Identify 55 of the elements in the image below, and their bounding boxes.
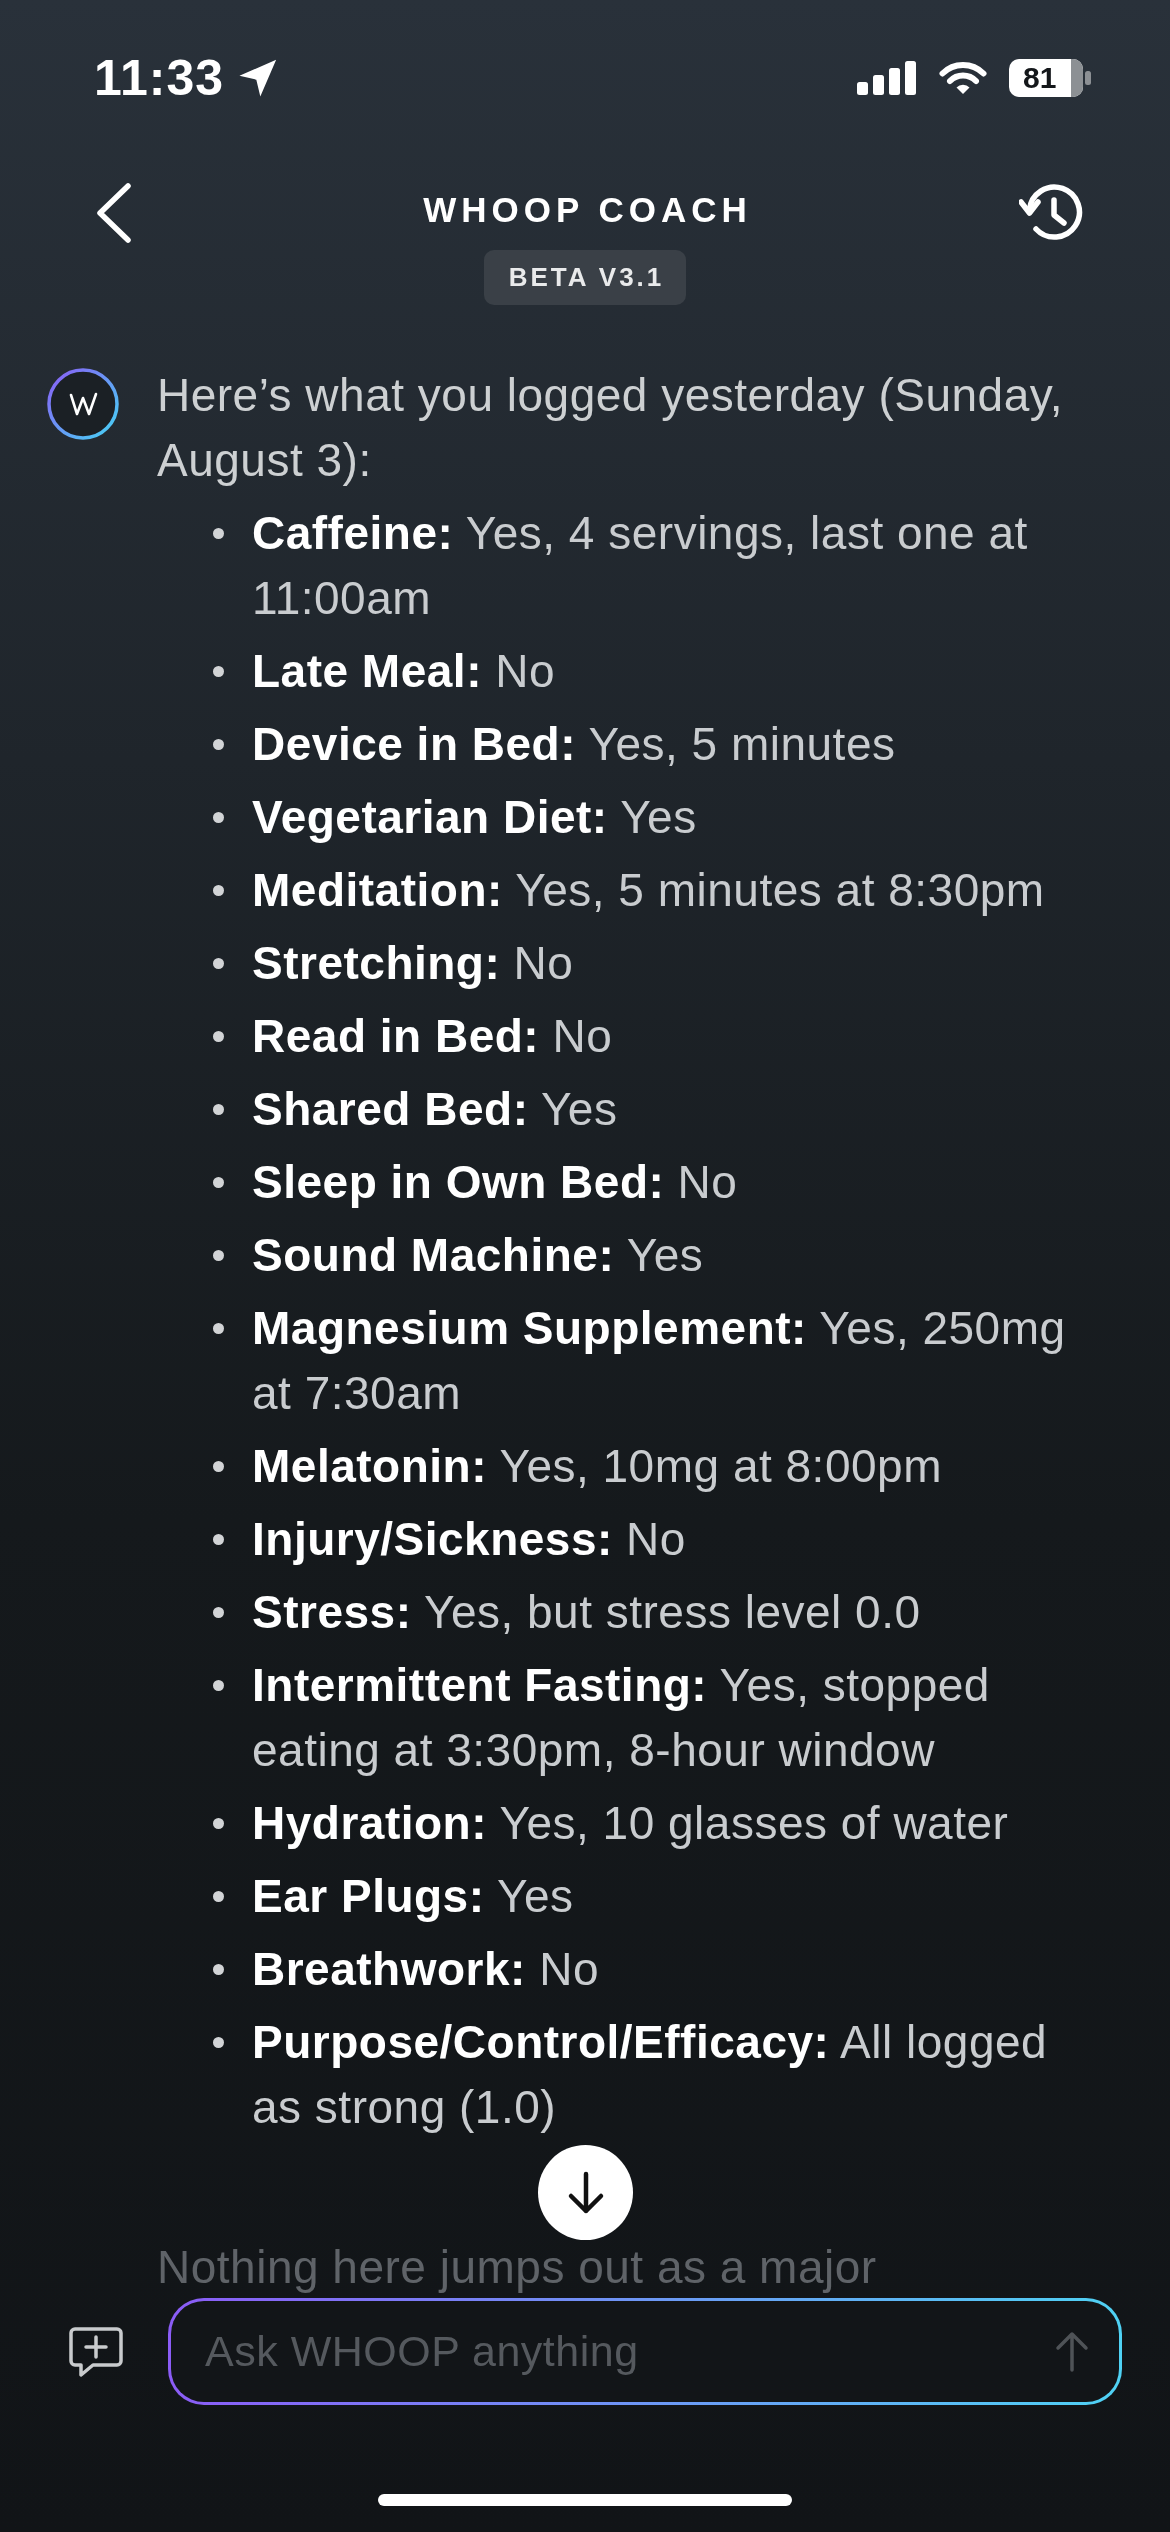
chevron-left-icon <box>94 182 134 244</box>
new-chat-button[interactable] <box>68 2325 124 2378</box>
signal-icon <box>857 61 917 95</box>
back-button[interactable] <box>94 182 134 244</box>
bullet-icon <box>213 1177 224 1188</box>
bullet-icon <box>213 1891 224 1902</box>
log-entry-text: Purpose/Control/Efficacy: All logged as strong (1.0) <box>252 2015 1049 2135</box>
bullet-icon <box>213 812 224 823</box>
battery-icon <box>1009 59 1091 97</box>
bullet-icon <box>213 1680 224 1691</box>
bullet-icon <box>213 1104 224 1115</box>
coach-avatar-icon <box>47 368 119 440</box>
bullet-icon <box>213 1607 224 1618</box>
log-entry-text: Stress: Yes, but stress level 0.0 <box>252 1585 921 1640</box>
new-chat-icon <box>68 2325 124 2378</box>
bullet-icon <box>213 666 224 677</box>
location-arrow-icon <box>238 59 279 97</box>
log-entry-text: Caffeine: Yes, 4 servings, last one at 11:00am <box>252 506 1029 626</box>
message-text: Here’s what you logged yesterday (Sunday, August 3): <box>157 368 1065 488</box>
bullet-icon <box>213 1250 224 1261</box>
log-entry-text: Stretching: No <box>252 936 574 991</box>
bullet-icon <box>213 528 224 539</box>
status-time: 11:33 <box>94 50 225 106</box>
log-entry-text: Sleep in Own Bed: No <box>252 1155 738 1210</box>
log-entry-text: Melatonin: Yes, 10mg at 8:00pm <box>252 1439 942 1494</box>
bullet-icon <box>213 2037 224 2048</box>
ask-input-field[interactable]: Ask WHOOP anything <box>168 2298 1122 2405</box>
bullet-icon <box>213 1461 224 1472</box>
log-entry-text: Ear Plugs: Yes <box>252 1869 574 1924</box>
battery-percentage: 81 <box>1023 63 1057 93</box>
version-badge: BETA V3.1 <box>483 250 687 305</box>
bullet-icon <box>213 1964 224 1975</box>
bullet-icon <box>213 1534 224 1545</box>
log-entry-text: Read in Bed: No <box>252 1009 613 1064</box>
log-entry-text: Breathwork: No <box>252 1942 599 1997</box>
log-entry-text: Intermittent Fasting: Yes, stopped eating at 3:30pm, 8-hour window <box>252 1658 991 1778</box>
log-entry-text: Injury/Sickness: No <box>252 1512 686 1567</box>
bullet-icon <box>213 739 224 750</box>
bullet-icon <box>213 1818 224 1829</box>
log-entry-text: Hydration: Yes, 10 glasses of water <box>252 1796 1009 1851</box>
wifi-icon <box>939 61 987 95</box>
log-entry-text: Device in Bed: Yes, 5 minutes <box>252 717 896 772</box>
bullet-icon <box>213 958 224 969</box>
log-entry-text: Late Meal: No <box>252 644 556 699</box>
log-entry-text: Shared Bed: Yes <box>252 1082 618 1137</box>
log-entry-text: Vegetarian Diet: Yes <box>252 790 697 845</box>
log-entry-text: Sound Machine: Yes <box>252 1228 704 1283</box>
message-text: Nothing here jumps out as a major <box>157 2242 878 2292</box>
bullet-icon <box>213 885 224 896</box>
bullet-icon <box>213 1031 224 1042</box>
arrow-up-icon <box>1054 2330 1090 2372</box>
screen-title: WHOOP COACH <box>422 189 752 231</box>
log-entry-text: Meditation: Yes, 5 minutes at 8:30pm <box>252 863 1045 918</box>
log-entry-text: Magnesium Supplement: Yes, 250mg at 7:30am <box>252 1301 1067 1421</box>
bullet-icon <box>213 1323 224 1334</box>
